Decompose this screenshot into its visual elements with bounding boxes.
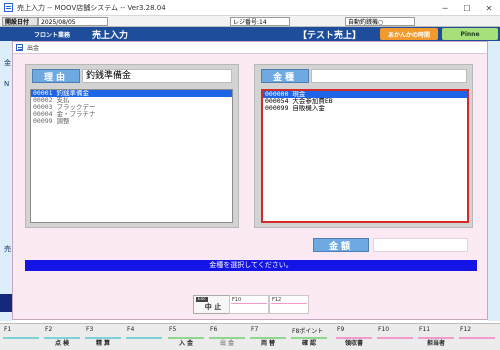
kind-panel: 金種 000000 現金 000054 大会参加費EB 000099 自販機入金: [254, 64, 473, 228]
f8-key-number: F8ポイント: [292, 328, 324, 335]
f7-key-label: 両 替: [260, 340, 276, 347]
f6-key-number: F6: [210, 326, 218, 333]
withdrawal-dialog: 出金 理由 釣銭準備金 00001 釣銭準備金 00002 支払 00003 ブ…: [12, 41, 488, 320]
f2-key[interactable]: F2 点 検: [42, 326, 82, 348]
f11-key-number: F11: [419, 326, 431, 333]
reason-panel: 理由 釣銭準備金 00001 釣銭準備金 00002 支払 00003 ブラック…: [25, 64, 239, 228]
f12-dialog-button[interactable]: F12: [269, 295, 309, 314]
app-icon: [4, 3, 13, 12]
f10-dialog-button[interactable]: F10: [229, 295, 269, 314]
f1-key-bar: [3, 337, 39, 339]
f4-key[interactable]: F4: [124, 326, 164, 348]
f5-key-number: F5: [169, 326, 177, 333]
header-bar: フロント業務 売上入力 【テスト売上】 あかんかの時間 Pinne: [0, 27, 500, 41]
reason-list[interactable]: 00001 釣銭準備金 00002 支払 00003 ブラックデー 00004 …: [30, 89, 233, 223]
f2-key-label: 点 検: [54, 340, 70, 347]
open-date-value: 2025/08/05: [38, 17, 108, 26]
f5-key-label: 入 金: [178, 340, 194, 347]
window-title: 売上入力 -- MOOV店舗システム -- Ver3.28.04: [17, 3, 166, 12]
f9-key[interactable]: F9 領収書: [334, 326, 374, 348]
close-button[interactable]: ✕: [478, 0, 500, 16]
f10-key[interactable]: F10: [375, 326, 415, 348]
f1-key-number: F1: [4, 326, 12, 333]
f7-key-number: F7: [251, 326, 259, 333]
f8-key[interactable]: F8ポイント確 認: [289, 326, 329, 348]
f10-key-number: F10: [378, 326, 390, 333]
kind-list-item[interactable]: 000000 現金: [263, 91, 467, 98]
window-titlebar: 売上入力 -- MOOV店舗システム -- Ver3.28.04 ─ ☐ ✕: [0, 0, 500, 16]
f8-key-label: 確 認: [301, 340, 317, 347]
amount-label: 金額: [313, 238, 369, 252]
message-bar: 金種を選択してください。: [25, 260, 477, 271]
reason-list-item[interactable]: 00003 ブラックデー: [31, 104, 232, 111]
f12-key-bar: [271, 303, 307, 304]
info-bar: 開設日付 2025/08/05 レジ番号:14 自動釣銭機○: [0, 16, 500, 27]
window-controls: ─ ☐ ✕: [434, 0, 500, 16]
kind-label: 金種: [261, 69, 309, 83]
f5-key[interactable]: F5 入 金: [166, 326, 206, 348]
screen-title: 売上入力: [92, 31, 129, 41]
f3-key[interactable]: F3 精 算: [83, 326, 123, 348]
register-number: レジ番号:14: [230, 17, 290, 26]
dialog-icon: [16, 44, 23, 51]
f3-key-number: F3: [86, 326, 94, 333]
change-machine-status: 自動釣銭機○: [345, 17, 415, 26]
reason-list-item[interactable]: 00099 調整: [31, 118, 232, 125]
background-label-2: N: [4, 80, 10, 88]
kind-value: [311, 69, 467, 83]
kind-list-item[interactable]: 000054 大会参加費EB: [263, 98, 467, 105]
f6-key-label: 出 金: [219, 340, 235, 347]
f10-key-bar: [231, 303, 267, 304]
f4-key-bar: [126, 337, 162, 339]
f4-key-number: F4: [127, 326, 135, 333]
f11-key-label: 担当者: [426, 340, 445, 347]
kind-list-item[interactable]: 000099 自販機入金: [263, 105, 467, 112]
background-label-3: 売: [4, 245, 11, 253]
f6-key[interactable]: F6 出 金: [207, 326, 247, 348]
reason-label: 理由: [32, 69, 80, 83]
f10-key-bar: [377, 337, 413, 339]
background-right-panel: [488, 41, 500, 321]
f12-key-number: F12: [460, 326, 472, 333]
background-label-1: 金: [4, 59, 11, 67]
f7-key[interactable]: F7 両 替: [248, 326, 288, 348]
function-key-bar: F1 F2 点 検 F3 精 算 F4 F5 入 金 F6 出 金 F7 両 替 F8ポイ…: [0, 323, 500, 350]
f9-key-number: F9: [337, 326, 345, 333]
f12-key-bar: [459, 337, 495, 339]
mode-label: 【テスト売上】: [298, 31, 362, 41]
amount-input[interactable]: [373, 238, 468, 252]
reason-value: 釣銭準備金: [82, 69, 232, 83]
dialog-title: 出金: [27, 45, 40, 52]
section-label: フロント業務: [34, 32, 71, 39]
f3-key-label: 精 算: [95, 340, 111, 347]
orange-header-button[interactable]: あかんかの時間: [380, 28, 438, 40]
reason-list-item[interactable]: 00001 釣銭準備金: [31, 90, 232, 97]
cancel-button-label: 中 止: [204, 303, 222, 311]
dialog-titlebar: 出金: [13, 42, 487, 54]
reason-list-item[interactable]: 00004 金・プラチナ: [31, 111, 232, 118]
f9-key-label: 領収書: [344, 340, 363, 347]
maximize-button[interactable]: ☐: [456, 0, 478, 16]
f12-key[interactable]: F12: [457, 326, 497, 348]
f1-key[interactable]: F1: [1, 326, 41, 348]
f2-key-number: F2: [45, 326, 53, 333]
green-header-button[interactable]: Pinne: [442, 28, 498, 40]
kind-list[interactable]: 000000 現金 000054 大会参加費EB 000099 自販機入金: [261, 89, 469, 223]
cancel-button[interactable]: Esc 中 止: [193, 295, 233, 314]
reason-list-item[interactable]: 00002 支払: [31, 97, 232, 104]
minimize-button[interactable]: ─: [434, 0, 456, 16]
f11-key[interactable]: F11 担当者: [416, 326, 456, 348]
open-date-label: 開設日付: [2, 17, 38, 26]
